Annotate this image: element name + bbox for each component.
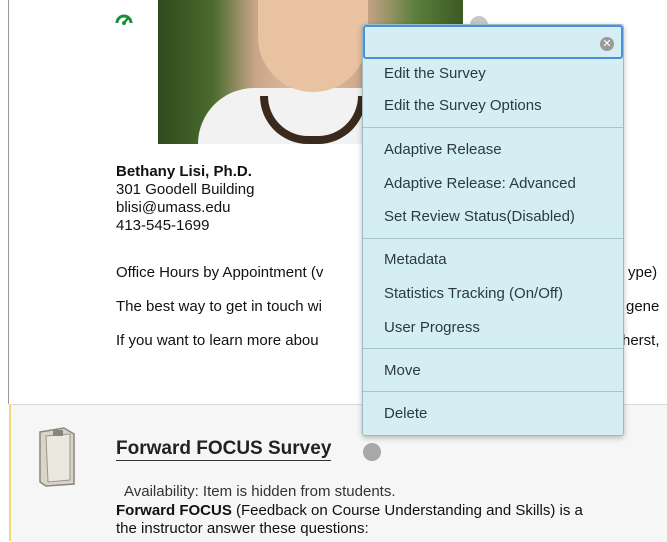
item-title-link[interactable]: Forward FOCUS Survey [116,438,332,461]
menu-item-metadata[interactable]: Metadata [384,251,447,268]
menu-divider [363,127,623,128]
description-bold: Forward FOCUS [116,502,232,519]
learn-more-text: If you want to learn more abou [116,332,319,349]
contact-line-text: The best way to get in touch wi [116,298,322,315]
context-menu: ✕ Edit the Survey Edit the Survey Option… [362,24,624,436]
menu-divider [363,238,623,239]
menu-item-move[interactable]: Move [384,362,421,379]
office-hours-text: Office Hours by Appointment (v [116,264,324,281]
menu-item-adaptive-release[interactable]: Adaptive Release [384,141,502,158]
item-description: Forward FOCUS (Feedback on Course Unders… [116,502,583,538]
menu-item-delete[interactable]: Delete [384,405,427,422]
description-line2: the instructor answer these questions: [116,520,369,537]
contact-info: Bethany Lisi, Ph.D. 301 Goodell Building… [116,163,254,235]
survey-document-icon [39,427,75,487]
menu-item-user-progress[interactable]: User Progress [384,319,480,336]
menu-item-edit-survey[interactable]: Edit the Survey [384,65,486,82]
instructor-phone: 413-545-1699 [116,217,210,234]
description-rest: (Feedback on Course Understanding and Sk… [231,502,583,519]
office-hours-tail: ype) [628,264,658,281]
menu-item-edit-survey-options[interactable]: Edit the Survey Options [384,97,542,114]
menu-item-statistics-tracking[interactable]: Statistics Tracking (On/Off) [384,285,563,302]
clear-icon[interactable]: ✕ [600,37,614,51]
contact-line-tail: gene [626,298,660,315]
menu-item-adaptive-release-advanced[interactable]: Adaptive Release: Advanced [384,175,576,192]
instructor-name: Bethany Lisi, Ph.D. [116,163,252,180]
menu-divider [363,391,623,392]
menu-search-box: ✕ [363,25,623,59]
instructor-address: 301 Goodell Building [116,181,255,198]
menu-item-set-review-status[interactable]: Set Review Status(Disabled) [384,208,575,225]
tracking-icon[interactable] [114,10,134,30]
photo-face [258,0,368,92]
availability-text: Availability: Item is hidden from studen… [124,483,396,500]
instructor-email: blisi@umass.edu [116,199,231,216]
menu-search-input[interactable] [371,32,595,54]
chevron-down-icon[interactable] [363,443,381,461]
learn-more-tail: herst, [622,332,660,349]
menu-divider [363,348,623,349]
